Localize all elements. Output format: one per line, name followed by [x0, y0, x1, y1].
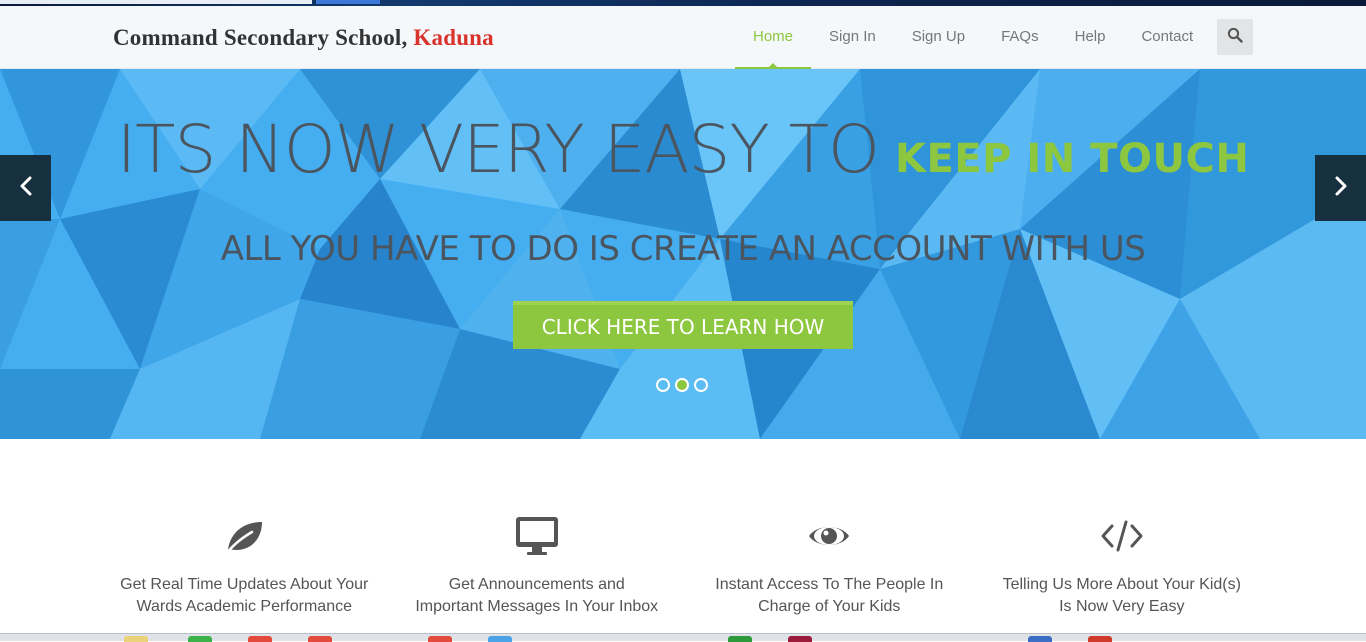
chevron-left-icon	[19, 175, 33, 202]
taskbar-app-icon[interactable]	[428, 636, 452, 642]
taskbar-app-icon[interactable]	[1028, 636, 1052, 642]
nav-contact[interactable]: Contact	[1123, 6, 1211, 69]
eye-icon	[683, 510, 976, 562]
taskbar-app-icon[interactable]	[188, 636, 212, 642]
taskbar-app-icon[interactable]	[1088, 636, 1112, 642]
feature-text-line1: Instant Access To The People In	[715, 576, 944, 593]
feature-text-line1: Get Real Time Updates About Your	[120, 576, 369, 593]
slider-next-button[interactable]	[1315, 155, 1366, 221]
browser-tab-strip-active	[316, 0, 380, 4]
hero-headline-text: ITS NOW VERY EASY TO	[116, 111, 880, 188]
feature-text-line2: Charge of Your Kids	[758, 598, 901, 615]
slider-prev-button[interactable]	[0, 155, 51, 221]
feature-text: Get Real Time Updates About Your Wards A…	[98, 574, 391, 618]
taskbar-app-icon[interactable]	[728, 636, 752, 642]
feature-text: Instant Access To The People In Charge o…	[683, 574, 976, 618]
feature-text-line1: Telling Us More About Your Kid(s)	[1002, 576, 1241, 593]
feature-text: Telling Us More About Your Kid(s) Is Now…	[976, 574, 1269, 618]
learn-how-button[interactable]: CLICK HERE TO LEARN HOW	[513, 301, 853, 349]
feature-text-line2: Wards Academic Performance	[136, 598, 352, 615]
features-row: Get Real Time Updates About Your Wards A…	[98, 510, 1268, 618]
feature-text-line1: Get Announcements and	[448, 576, 625, 593]
chevron-right-icon	[1334, 175, 1348, 202]
brand-name: Command Secondary School,	[113, 25, 408, 50]
slider-dot-3[interactable]	[694, 378, 708, 392]
feature-item: Get Announcements and Important Messages…	[391, 510, 684, 618]
feature-text: Get Announcements and Important Messages…	[391, 574, 684, 618]
nav-help[interactable]: Help	[1057, 6, 1124, 69]
slider-dot-2[interactable]	[675, 378, 689, 392]
nav-home[interactable]: Home	[735, 6, 812, 69]
leaf-icon	[98, 510, 391, 562]
taskbar-app-icon[interactable]	[788, 636, 812, 642]
hero-headline-accent: KEEP IN TOUCH	[895, 136, 1250, 182]
site-header: Command Secondary School, Kaduna Home Si…	[0, 6, 1366, 69]
feature-text-line2: Important Messages In Your Inbox	[415, 598, 659, 615]
feature-item: Telling Us More About Your Kid(s) Is Now…	[976, 510, 1269, 618]
slider-dot-1[interactable]	[656, 378, 670, 392]
os-taskbar	[0, 633, 1366, 642]
slider-dots	[656, 378, 708, 392]
brand-city: Kaduna	[413, 25, 494, 50]
hero-slider: ITS NOW VERY EASY TO KEEP IN TOUCH ALL YO…	[0, 69, 1366, 439]
taskbar-folder-icon[interactable]	[124, 636, 148, 642]
taskbar-app-icon[interactable]	[248, 636, 272, 642]
search-button[interactable]	[1217, 19, 1253, 55]
taskbar-app-icon[interactable]	[488, 636, 512, 642]
feature-item: Get Real Time Updates About Your Wards A…	[98, 510, 391, 618]
hero-headline: ITS NOW VERY EASY TO KEEP IN TOUCH	[0, 111, 1366, 188]
monitor-icon	[391, 510, 684, 562]
hero-subheadline: ALL YOU HAVE TO DO IS CREATE AN ACCOUNT …	[220, 229, 1146, 269]
site-brand[interactable]: Command Secondary School, Kaduna	[113, 25, 494, 51]
browser-tab-strip	[0, 0, 312, 4]
taskbar-app-icon[interactable]	[308, 636, 332, 642]
nav-faqs[interactable]: FAQs	[983, 6, 1057, 69]
search-icon	[1227, 27, 1243, 48]
feature-text-line2: Is Now Very Easy	[1059, 598, 1185, 615]
feature-item: Instant Access To The People In Charge o…	[683, 510, 976, 618]
nav-sign-up[interactable]: Sign Up	[894, 6, 983, 69]
code-icon	[976, 510, 1269, 562]
main-nav: Home Sign In Sign Up FAQs Help Contact	[735, 6, 1211, 69]
nav-sign-in[interactable]: Sign In	[811, 6, 894, 69]
